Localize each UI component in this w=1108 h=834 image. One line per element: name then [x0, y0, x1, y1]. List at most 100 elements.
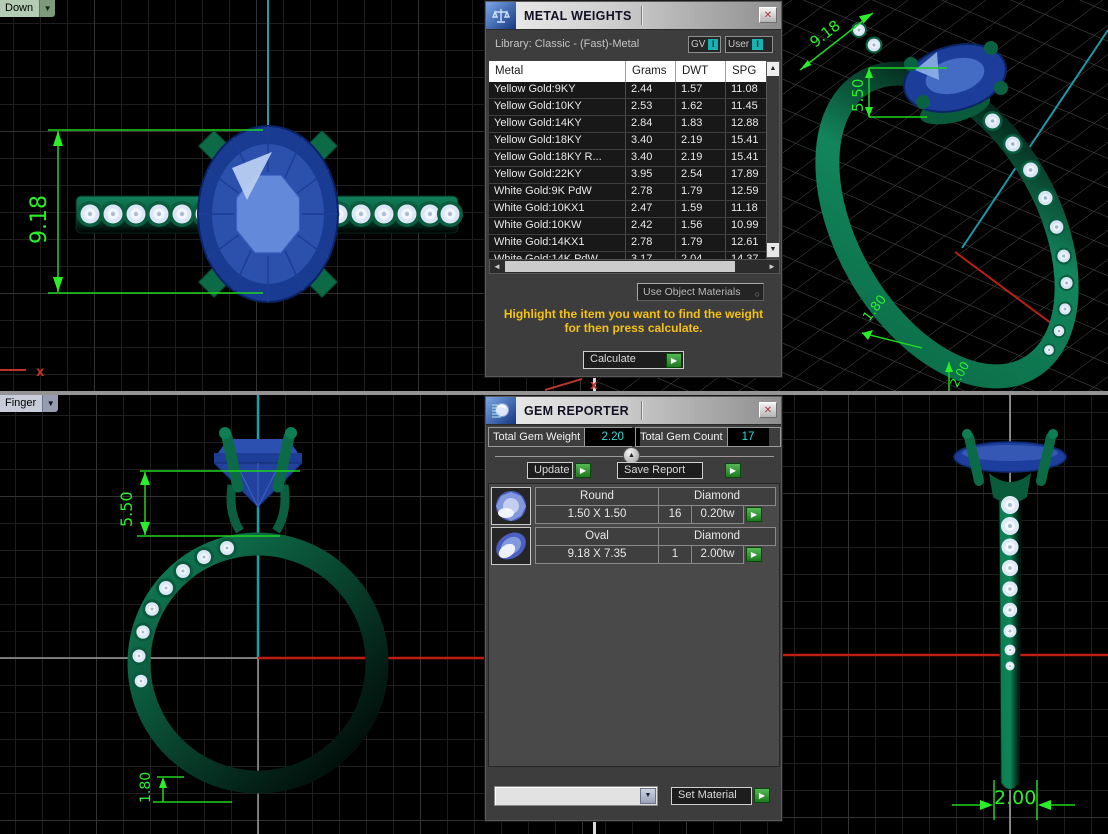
- table-row[interactable]: Yellow Gold:14KY 2.84 1.83 12.88: [489, 116, 766, 133]
- play-icon[interactable]: ▶: [666, 353, 682, 368]
- cell-metal[interactable]: White Gold:14KX1: [489, 235, 626, 251]
- viewport-dropdown-down[interactable]: Down ▼: [0, 0, 56, 17]
- cell-metal[interactable]: Yellow Gold:9KY: [489, 82, 626, 98]
- cell-grams[interactable]: 2.47: [626, 201, 676, 217]
- gem-count[interactable]: 1: [658, 545, 692, 564]
- col-header-spg[interactable]: SPG: [726, 61, 766, 82]
- scrollbar-thumb[interactable]: [505, 261, 735, 272]
- cell-metal[interactable]: White Gold:10KX1: [489, 201, 626, 217]
- close-icon[interactable]: ✕: [759, 7, 777, 23]
- gem-thumbnail-oval[interactable]: [491, 527, 531, 565]
- cell-grams[interactable]: 2.84: [626, 116, 676, 132]
- cell-metal[interactable]: White Gold:10KW: [489, 218, 626, 234]
- cell-spg[interactable]: 11.18: [726, 201, 766, 217]
- chevron-down-icon[interactable]: ▼: [39, 0, 56, 17]
- gem-material[interactable]: Diamond: [658, 527, 776, 546]
- table-row[interactable]: Yellow Gold:9KY 2.44 1.57 11.08: [489, 82, 766, 99]
- gv-toggle-button[interactable]: GV I: [688, 36, 721, 53]
- cell-grams[interactable]: 2.44: [626, 82, 676, 98]
- cell-spg[interactable]: 15.41: [726, 133, 766, 149]
- cell-metal[interactable]: Yellow Gold:14KY: [489, 116, 626, 132]
- scroll-up-icon[interactable]: ▲: [767, 62, 779, 76]
- set-material-button[interactable]: Set Material: [671, 787, 752, 805]
- cell-dwt[interactable]: 1.56: [676, 218, 726, 234]
- gem-weight[interactable]: 0.20tw: [691, 505, 744, 524]
- cell-dwt[interactable]: 2.19: [676, 133, 726, 149]
- cell-spg[interactable]: 12.88: [726, 116, 766, 132]
- use-object-materials-dropdown[interactable]: Use Object Materials ○: [637, 283, 764, 301]
- table-row[interactable]: White Gold:9K PdW 2.78 1.79 12.59: [489, 184, 766, 201]
- gem-row-oval[interactable]: Oval Diamond 9.18 X 7.35 1 2.00tw ▶: [491, 527, 777, 566]
- dim-label-200-side: 2.00: [994, 787, 1036, 809]
- material-dropdown[interactable]: Diamond (3.52 spg) ▼: [494, 786, 658, 806]
- gem-row-round[interactable]: Round Diamond 1.50 X 1.50 16 0.20tw ▶: [491, 487, 777, 526]
- metal-weights-titlebar[interactable]: METAL WEIGHTS ✕: [486, 2, 781, 30]
- cell-spg[interactable]: 12.59: [726, 184, 766, 200]
- cell-dwt[interactable]: 1.59: [676, 201, 726, 217]
- cell-spg[interactable]: 17.89: [726, 167, 766, 183]
- play-icon[interactable]: ▶: [725, 463, 741, 478]
- col-header-grams[interactable]: Grams: [626, 61, 676, 82]
- cell-dwt[interactable]: 2.54: [676, 167, 726, 183]
- vertical-scrollbar[interactable]: ▲ ▼: [766, 61, 780, 258]
- cell-grams[interactable]: 2.78: [626, 235, 676, 251]
- scroll-left-icon[interactable]: ◄: [491, 261, 503, 272]
- cell-grams[interactable]: 3.40: [626, 150, 676, 166]
- play-icon[interactable]: ▶: [746, 547, 762, 562]
- play-icon[interactable]: ▶: [754, 788, 770, 803]
- table-row[interactable]: White Gold:14KX1 2.78 1.79 12.61: [489, 235, 766, 252]
- cell-spg[interactable]: 10.99: [726, 218, 766, 234]
- scroll-down-icon[interactable]: ▼: [767, 243, 779, 257]
- gem-size[interactable]: 9.18 X 7.35: [535, 545, 659, 564]
- horizontal-scrollbar[interactable]: ◄ ►: [489, 259, 780, 274]
- table-row[interactable]: Yellow Gold:10KY 2.53 1.62 11.45: [489, 99, 766, 116]
- table-row[interactable]: Yellow Gold:22KY 3.95 2.54 17.89: [489, 167, 766, 184]
- cell-spg[interactable]: 12.61: [726, 235, 766, 251]
- gem-reporter-titlebar[interactable]: GEM REPORTER ✕: [486, 397, 781, 425]
- gem-size[interactable]: 1.50 X 1.50: [535, 505, 659, 524]
- table-row[interactable]: White Gold:10KX1 2.47 1.59 11.18: [489, 201, 766, 218]
- metal-weights-table: Metal Grams DWT SPG Yellow Gold:9KY 2.44…: [489, 61, 766, 269]
- cell-metal[interactable]: Yellow Gold:18KY: [489, 133, 626, 149]
- gem-weight[interactable]: 2.00tw: [691, 545, 744, 564]
- cell-grams[interactable]: 2.42: [626, 218, 676, 234]
- save-report-button[interactable]: Save Report: [617, 462, 703, 479]
- gem-thumbnail-round[interactable]: [491, 487, 531, 525]
- play-icon[interactable]: ▶: [746, 507, 762, 522]
- scroll-right-icon[interactable]: ►: [766, 261, 778, 272]
- table-row[interactable]: White Gold:10KW 2.42 1.56 10.99: [489, 218, 766, 235]
- chevron-down-icon[interactable]: ▼: [42, 395, 59, 412]
- user-toggle-button[interactable]: User I: [725, 36, 773, 53]
- col-header-metal[interactable]: Metal: [489, 61, 626, 82]
- cell-metal[interactable]: White Gold:9K PdW: [489, 184, 626, 200]
- gem-material[interactable]: Diamond: [658, 487, 776, 506]
- cell-grams[interactable]: 2.78: [626, 184, 676, 200]
- cell-metal[interactable]: Yellow Gold:10KY: [489, 99, 626, 115]
- play-icon[interactable]: ▶: [575, 463, 591, 478]
- table-row[interactable]: Yellow Gold:18KY R... 3.40 2.19 15.41: [489, 150, 766, 167]
- cell-spg[interactable]: 11.08: [726, 82, 766, 98]
- cell-dwt[interactable]: 1.62: [676, 99, 726, 115]
- cell-dwt[interactable]: 1.79: [676, 184, 726, 200]
- calculate-button[interactable]: Calculate ▶: [583, 351, 684, 369]
- table-row[interactable]: Yellow Gold:18KY 3.40 2.19 15.41: [489, 133, 766, 150]
- gem-shape[interactable]: Oval: [535, 527, 659, 546]
- cell-dwt[interactable]: 2.19: [676, 150, 726, 166]
- cell-grams[interactable]: 3.95: [626, 167, 676, 183]
- chevron-down-icon[interactable]: ▼: [640, 788, 656, 804]
- cell-grams[interactable]: 3.40: [626, 133, 676, 149]
- cell-metal[interactable]: Yellow Gold:22KY: [489, 167, 626, 183]
- gem-count[interactable]: 16: [658, 505, 692, 524]
- cell-dwt[interactable]: 1.79: [676, 235, 726, 251]
- cell-grams[interactable]: 2.53: [626, 99, 676, 115]
- viewport-dropdown-finger[interactable]: Finger ▼: [0, 395, 59, 412]
- cell-metal[interactable]: Yellow Gold:18KY R...: [489, 150, 626, 166]
- gem-shape[interactable]: Round: [535, 487, 659, 506]
- cell-dwt[interactable]: 1.83: [676, 116, 726, 132]
- cell-spg[interactable]: 15.41: [726, 150, 766, 166]
- cell-dwt[interactable]: 1.57: [676, 82, 726, 98]
- cell-spg[interactable]: 11.45: [726, 99, 766, 115]
- col-header-dwt[interactable]: DWT: [676, 61, 726, 82]
- update-button[interactable]: Update: [527, 462, 573, 479]
- close-icon[interactable]: ✕: [759, 402, 777, 418]
